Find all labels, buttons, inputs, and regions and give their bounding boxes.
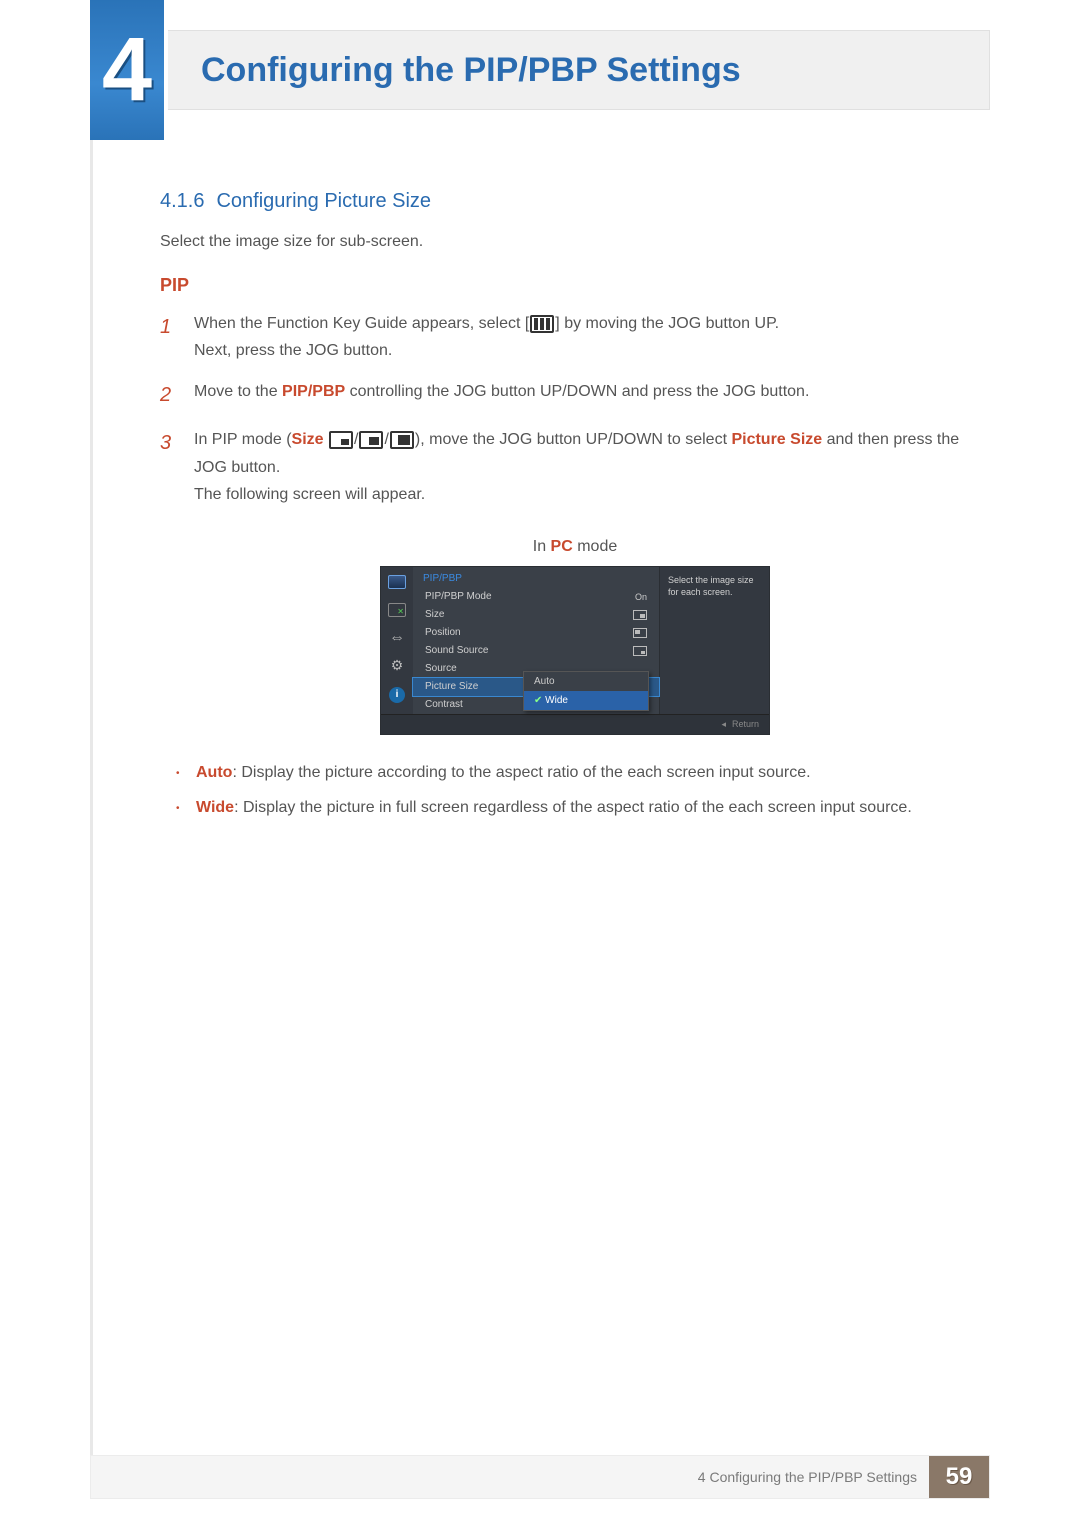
osd-item-label: Sound Source [425,645,488,656]
osd-category: PIP/PBP [413,567,659,588]
gear-icon: ⚙ [388,659,406,673]
option-desc: : Display the picture according to the a… [232,764,810,781]
option-term: Auto [196,764,232,781]
chapter-header-bar: Configuring the PIP/PBP Settings [90,30,990,110]
osd-row-size: Size [413,606,659,624]
osd-row-mode: PIP/PBP Mode On [413,588,659,606]
step-1: 1 When the Function Key Guide appears, s… [160,310,990,364]
osd-item-label: Picture Size [425,681,478,692]
pc-label: PC [551,538,573,555]
menu-icon [530,315,554,333]
osd-screenshot: ⇔ ⚙ i PIP/PBP PIP/PBP Mode On Size Positi… [380,566,770,735]
step-3: 3 In PIP mode (Size //), move the JOG bu… [160,426,990,508]
osd-row-position: Position [413,624,659,642]
dropdown-option-wide: Wide [524,691,648,710]
pip-size-icon [633,610,647,620]
osd-item-label: Position [425,627,461,638]
pip-pbp-label: PIP/PBP [282,383,345,400]
osd-item-value: On [635,592,647,602]
page-footer: 4 Configuring the PIP/PBP Settings 59 [90,1455,990,1499]
return-label: Return [732,719,759,729]
section-intro: Select the image size for sub-screen. [160,233,990,251]
step-text: controlling the JOG button UP/DOWN and p… [345,383,809,400]
sound-source-icon [633,646,647,656]
option-wide: Wide: Display the picture in full screen… [196,794,990,821]
monitor-icon [388,575,406,589]
osd-item-label: PIP/PBP Mode [425,591,492,602]
dropdown-option-auto: Auto [524,672,648,691]
osd-item-label: Contrast [425,699,463,710]
pip-position-icon [633,628,647,638]
steps-list: 1 When the Function Key Guide appears, s… [160,310,990,508]
page-number: 59 [929,1456,989,1498]
section-heading: 4.1.6 Configuring Picture Size [160,190,990,213]
step-number: 2 [160,378,194,412]
chapter-badge: 4 [90,0,168,140]
pip-large-icon [390,431,414,449]
osd-item-label: Size [425,609,444,620]
step-text: Move to the [194,383,282,400]
resize-icon: ⇔ [388,631,406,645]
size-label: Size [292,431,324,448]
page-title: Configuring the PIP/PBP Settings [201,51,741,90]
step-number: 3 [160,426,194,508]
osd-footer: ◂ Return [381,714,769,734]
picture-size-label: Picture Size [731,431,822,448]
osd-row-sound: Sound Source [413,642,659,660]
footer-chapter-text: 4 Configuring the PIP/PBP Settings [698,1469,917,1485]
osd-item-label: Source [425,663,457,674]
info-icon: i [389,687,405,703]
step-2: 2 Move to the PIP/PBP controlling the JO… [160,378,990,412]
pip-medium-icon [359,431,383,449]
option-term: Wide [196,799,234,816]
option-auto: Auto: Display the picture according to t… [196,759,990,786]
left-rail [90,140,93,1455]
step-text: ), move the JOG button UP/DOWN to select [415,431,732,448]
step-text: In PIP mode ( [194,431,292,448]
osd-sidebar: ⇔ ⚙ i [381,567,413,714]
chapter-number: 4 [102,19,152,122]
osd-dropdown: Auto Wide [523,671,649,711]
osd-menu: PIP/PBP PIP/PBP Mode On Size Position Sou… [413,567,659,714]
osd-description: Select the image size for each screen. [659,567,769,714]
step-text: Next, press the JOG button. [194,342,392,359]
pip-subhead: PIP [160,275,990,296]
step-text: ] by moving the JOG button UP. [555,315,779,332]
step-text: The following screen will appear. [194,486,425,503]
caption-text: In [533,538,551,555]
options-list: Auto: Display the picture according to t… [160,759,990,821]
section-title: Configuring Picture Size [216,190,431,212]
step-number: 1 [160,310,194,364]
step-text: When the Function Key Guide appears, sel… [194,315,529,332]
section-number: 4.1.6 [160,190,204,212]
picture-icon [388,603,406,617]
back-arrow-icon: ◂ [721,719,726,730]
mode-caption: In PC mode [160,538,990,556]
pip-small-icon [329,431,353,449]
content-area: 4.1.6 Configuring Picture Size Select the… [160,190,990,829]
caption-text: mode [573,538,617,555]
option-desc: : Display the picture in full screen reg… [234,799,912,816]
